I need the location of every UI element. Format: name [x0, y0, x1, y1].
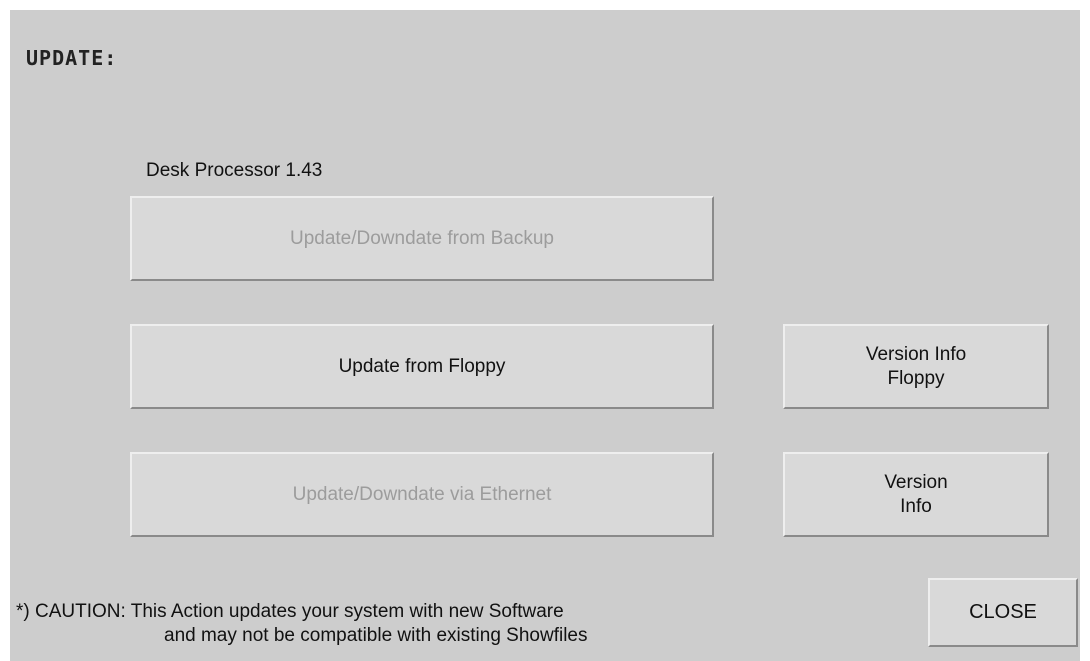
caution-notice: *) CAUTION: This Action updates your sys… — [16, 600, 588, 649]
dialog-title: UPDATE: — [26, 46, 118, 70]
update-from-backup-button[interactable]: Update/Downdate from Backup — [130, 196, 714, 281]
close-label: CLOSE — [969, 601, 1037, 623]
update-from-floppy-button[interactable]: Update from Floppy — [130, 324, 714, 409]
update-from-floppy-label: Update from Floppy — [338, 355, 506, 377]
update-via-ethernet-button[interactable]: Update/Downdate via Ethernet — [130, 452, 714, 537]
caution-line2: and may not be compatible with existing … — [164, 625, 588, 647]
version-info-button[interactable]: Version Info — [783, 452, 1049, 537]
caution-line1: *) CAUTION: This Action updates your sys… — [16, 601, 564, 622]
version-info-floppy-line2: Floppy — [887, 367, 945, 389]
close-button[interactable]: CLOSE — [928, 578, 1078, 647]
update-via-ethernet-label: Update/Downdate via Ethernet — [292, 483, 552, 505]
desk-processor-label: Desk Processor 1.43 — [146, 160, 323, 181]
version-info-line1: Version — [884, 471, 948, 493]
version-info-floppy-button[interactable]: Version Info Floppy — [783, 324, 1049, 409]
version-info-line2: Info — [900, 495, 932, 517]
update-dialog: UPDATE: Desk Processor 1.43 Update/Downd… — [10, 10, 1080, 661]
update-from-backup-label: Update/Downdate from Backup — [289, 227, 555, 249]
version-info-floppy-line1: Version Info — [865, 343, 967, 365]
